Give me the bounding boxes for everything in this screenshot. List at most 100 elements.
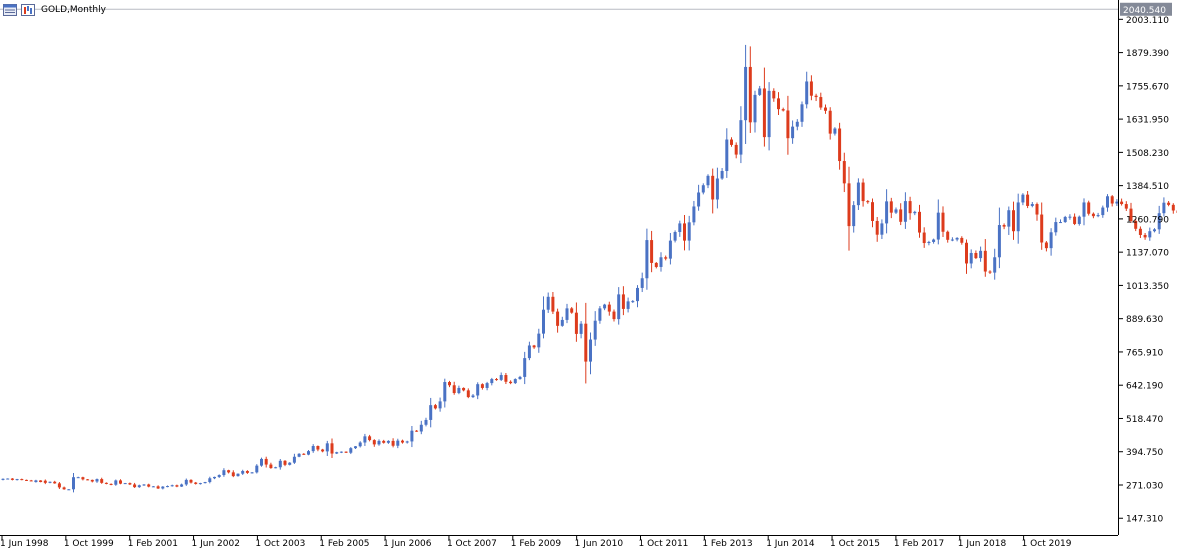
candle-body (298, 454, 301, 457)
time-tick-label: 1 Oct 2003 (255, 539, 305, 549)
candle-body (660, 257, 663, 267)
candle-body (833, 129, 836, 134)
candle-body (124, 483, 127, 484)
time-tick-label: 1 Feb 2005 (319, 539, 369, 549)
candle-body (970, 253, 973, 263)
chart-window[interactable]: 147.310271.030394.750518.470642.190765.9… (0, 0, 1177, 554)
candle-body (913, 212, 916, 213)
candle-body (984, 251, 987, 272)
candle-body (754, 95, 757, 122)
price-chart[interactable]: 147.310271.030394.750518.470642.190765.9… (0, 0, 1177, 554)
candle-body (674, 232, 677, 241)
candle-body (1148, 231, 1151, 237)
candle-body (429, 405, 432, 420)
candle-body (49, 482, 52, 483)
candle-body (824, 108, 827, 111)
candle-body (241, 471, 244, 474)
candle-body (871, 202, 874, 221)
chart-window-icon[interactable] (3, 4, 17, 16)
time-tick-label: 1 Feb 2001 (128, 539, 178, 549)
candle-body (1007, 210, 1010, 226)
candle-body (1144, 235, 1147, 237)
candle-body (2, 479, 5, 480)
candle-body (166, 486, 169, 487)
candle-body (392, 441, 395, 446)
candle-body (1026, 195, 1029, 206)
candle-body (645, 240, 648, 278)
candle-body (622, 294, 625, 309)
candle-body (354, 446, 357, 448)
candle (1087, 201, 1090, 216)
candle-body (30, 480, 33, 481)
time-tick-label: 1 Jun 2010 (575, 539, 624, 549)
candle-body (909, 201, 912, 213)
candle-body (1083, 202, 1086, 216)
candle-body (927, 242, 930, 243)
candle-body (293, 457, 296, 463)
candle-body (171, 485, 174, 486)
candle-body (551, 297, 554, 312)
candle-body (608, 305, 611, 312)
candle-body (86, 479, 89, 480)
chart-symbol-title: GOLD,Monthly (41, 4, 106, 16)
candle-body (707, 176, 710, 185)
candle-body (274, 467, 277, 468)
candle-body (739, 120, 742, 154)
candle-body (363, 436, 366, 442)
candle-body (697, 192, 700, 206)
candle-body (133, 484, 136, 487)
candle-body (11, 479, 14, 480)
candle-body (476, 384, 479, 395)
candle-body (237, 474, 240, 476)
candle-body (631, 301, 634, 302)
candle-body (979, 251, 982, 258)
candle-body (1045, 242, 1048, 248)
candle-body (288, 463, 291, 465)
candle-body (105, 483, 108, 484)
candle-body (974, 253, 977, 258)
candle-body (857, 183, 860, 206)
bars-candles-icon[interactable] (21, 4, 35, 16)
candle-body (373, 440, 376, 444)
candle-body (67, 489, 70, 490)
candle-body (993, 257, 996, 272)
candle-body (895, 209, 898, 212)
candle-body (782, 109, 785, 110)
candle-body (519, 377, 522, 379)
candle-body (829, 111, 832, 134)
candle-body (410, 431, 413, 442)
candle-body (406, 441, 409, 442)
candle-body (1087, 202, 1090, 213)
candle-body (528, 345, 531, 358)
candle-body (316, 446, 319, 449)
candle-body (472, 395, 475, 397)
candle-body (509, 382, 512, 383)
time-tick-label: 1 Jun 2018 (958, 539, 1007, 549)
candle-body (735, 145, 738, 155)
candle-body (730, 140, 733, 145)
candle-body (1031, 204, 1034, 206)
candle-body (326, 443, 329, 451)
time-tick-label: 1 Oct 2015 (830, 539, 880, 549)
candle-body (218, 475, 221, 477)
candle-body (1059, 222, 1062, 223)
candle-body (91, 480, 94, 482)
price-tick-label: 1755.670 (1126, 82, 1169, 92)
time-tick-label: 1 Oct 2011 (639, 539, 689, 549)
candle-body (942, 213, 945, 232)
candle-body (838, 129, 841, 162)
candle-body (199, 483, 202, 484)
candle-body (128, 483, 131, 484)
candle-body (378, 441, 381, 444)
candle-body (721, 171, 724, 179)
price-tick-label: 765.910 (1126, 348, 1163, 358)
candle-body (457, 388, 460, 393)
price-tick-label: 889.630 (1126, 315, 1163, 325)
candle-body (147, 484, 150, 486)
candle-body (312, 446, 315, 451)
candle-body (1101, 208, 1104, 216)
candle-body (1120, 202, 1123, 204)
candle-body (744, 67, 747, 120)
time-tick-label: 1 Feb 2009 (511, 539, 562, 549)
candle-body (415, 431, 418, 432)
